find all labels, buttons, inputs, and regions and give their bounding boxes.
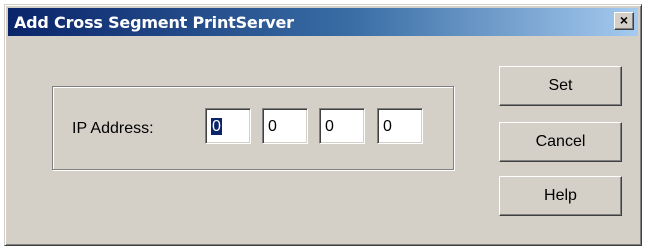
ip-octet-2-field[interactable]: 0 (262, 108, 308, 144)
close-icon: × (619, 12, 629, 28)
ip-octet-3-value: 0 (325, 118, 334, 135)
dialog-title: Add Cross Segment PrintServer (14, 12, 294, 32)
cancel-button[interactable]: Cancel (499, 122, 622, 162)
title-bar[interactable]: Add Cross Segment PrintServer × (8, 8, 638, 36)
ip-octet-4-value: 0 (383, 118, 392, 135)
ip-octet-3-field[interactable]: 0 (319, 108, 365, 144)
ip-octet-1-field[interactable]: 0 (205, 108, 251, 144)
set-button[interactable]: Set (499, 66, 622, 106)
ip-octet-2-value: 0 (268, 118, 277, 135)
ip-octet-4-field[interactable]: 0 (377, 108, 423, 144)
ip-address-label: IP Address: (72, 120, 154, 137)
help-button[interactable]: Help (499, 176, 622, 216)
ip-octet-1-value: 0 (211, 118, 222, 135)
close-button[interactable]: × (614, 12, 634, 30)
